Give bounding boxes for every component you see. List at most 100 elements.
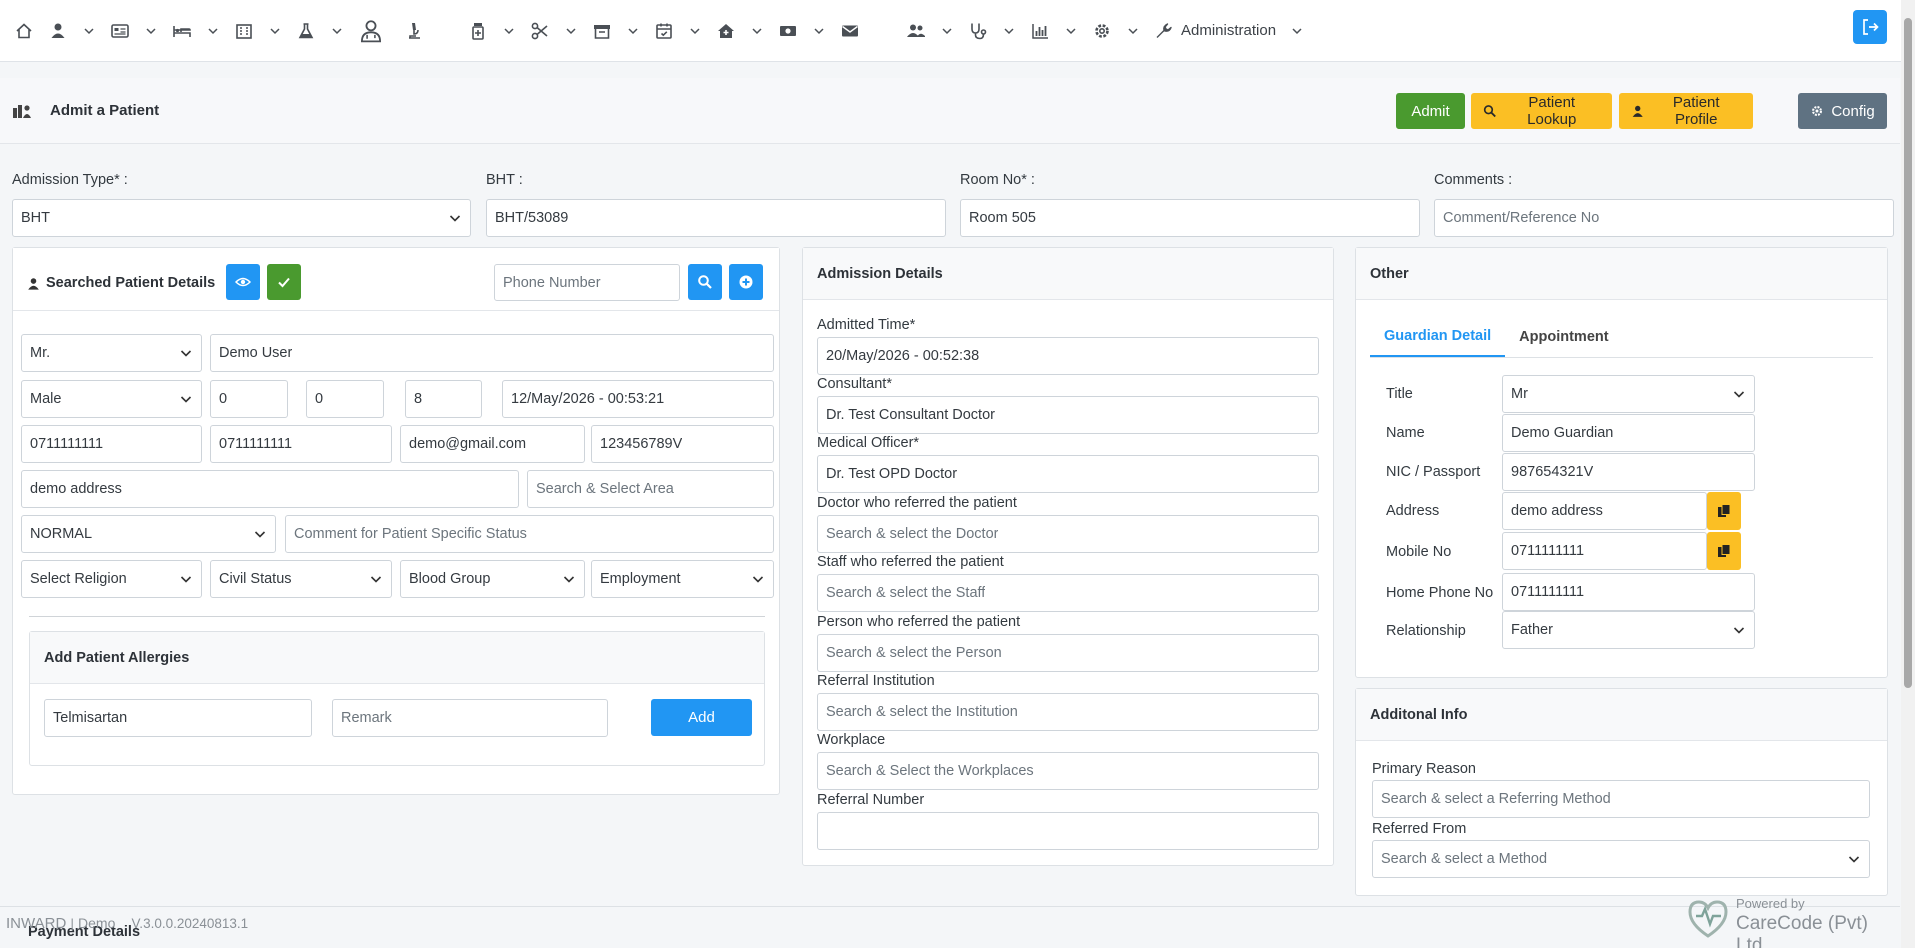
admission-type-select[interactable]: BHT xyxy=(12,199,471,237)
patient-status-select[interactable]: NORMAL xyxy=(21,515,276,553)
room-input[interactable]: Room 505 xyxy=(960,199,1420,237)
phone2-input[interactable]: 0711111111 xyxy=(210,425,392,463)
nav-home[interactable] xyxy=(14,0,34,62)
logout-button[interactable] xyxy=(1853,10,1887,44)
ref-staff-label: Staff who referred the patient xyxy=(817,554,1004,570)
ref-person-input[interactable]: Search & select the Person xyxy=(817,634,1319,672)
employment-select[interactable]: Employment xyxy=(591,560,774,598)
scrollbar-thumb[interactable] xyxy=(1904,18,1912,688)
room-value: Room 505 xyxy=(969,210,1036,226)
guardian-address-input[interactable]: demo address xyxy=(1502,492,1707,530)
religion-select[interactable]: Select Religion xyxy=(21,560,202,598)
ref-doctor-input[interactable]: Search & select the Doctor xyxy=(817,515,1319,553)
dob-input[interactable]: 12/May/2026 - 00:53:21 xyxy=(502,380,774,418)
allergy-remark-placeholder: Remark xyxy=(341,710,392,726)
admit-button[interactable]: Admit xyxy=(1396,93,1465,129)
status-comment-input[interactable]: Comment for Patient Specific Status xyxy=(285,515,774,553)
nav-mail[interactable] xyxy=(840,0,860,62)
nav-clinical-menu[interactable] xyxy=(968,0,1016,62)
section-divider xyxy=(29,616,765,617)
relationship-select[interactable]: Father xyxy=(1502,611,1755,649)
nav-id-card-menu[interactable] xyxy=(110,0,158,62)
nav-patient-menu[interactable] xyxy=(48,0,96,62)
gender-select[interactable]: Male xyxy=(21,380,202,418)
tab-guardian-detail[interactable]: Guardian Detail xyxy=(1370,316,1506,357)
ref-doctor-placeholder: Search & select the Doctor xyxy=(826,526,999,542)
nav-pharmacy-menu[interactable] xyxy=(468,0,516,62)
ref-number-input[interactable] xyxy=(817,812,1319,850)
patient-profile-button[interactable]: Patient Profile xyxy=(1619,93,1753,129)
tab-appointment[interactable]: Appointment xyxy=(1505,316,1622,357)
other-panel-title: Other xyxy=(1370,265,1409,282)
ref-institution-input[interactable]: Search & select the Institution xyxy=(817,693,1319,731)
allergy-input[interactable]: Telmisartan xyxy=(44,699,312,737)
comments-input[interactable]: Comment/Reference No xyxy=(1434,199,1894,237)
nav-building-menu[interactable] xyxy=(234,0,282,62)
consultant-input[interactable]: Dr. Test Consultant Doctor xyxy=(817,396,1319,434)
confirm-patient-button[interactable] xyxy=(267,264,301,300)
nav-lab-menu[interactable] xyxy=(296,0,344,62)
phone1-input[interactable]: 0711111111 xyxy=(21,425,202,463)
admission-type-value: BHT xyxy=(21,210,50,226)
patient-title-select[interactable]: Mr. xyxy=(21,334,202,372)
chevron-down-icon xyxy=(84,27,94,34)
view-patient-button[interactable] xyxy=(226,264,260,300)
guardian-mobile-value: 0711111111 xyxy=(1511,543,1585,559)
guardian-name-value: Demo Guardian xyxy=(1511,425,1614,441)
chevron-down-icon xyxy=(690,27,700,34)
guardian-name-input[interactable]: Demo Guardian xyxy=(1502,414,1755,452)
nav-settings-menu[interactable] xyxy=(1092,0,1140,62)
add-patient-button[interactable] xyxy=(729,264,763,300)
chevron-down-icon xyxy=(752,27,762,34)
admission-panel-title: Admission Details xyxy=(817,265,943,282)
guardian-nic-input[interactable]: 987654321V xyxy=(1502,453,1755,491)
age-months-input[interactable]: 0 xyxy=(306,380,384,418)
copy-address-button[interactable] xyxy=(1707,492,1741,530)
email-input[interactable]: demo@gmail.com xyxy=(400,425,585,463)
nav-microscope[interactable] xyxy=(404,0,424,62)
bht-input[interactable]: BHT/53089 xyxy=(486,199,946,237)
phone-search-placeholder: Phone Number xyxy=(503,274,601,291)
address-input[interactable]: demo address xyxy=(21,470,519,508)
workplace-input[interactable]: Search & Select the Workplaces xyxy=(817,752,1319,790)
patient-name-input[interactable]: Demo User xyxy=(210,334,774,372)
nav-appointment-menu[interactable] xyxy=(654,0,702,62)
phone-search-input[interactable]: Phone Number xyxy=(494,264,680,301)
age-days-input[interactable]: 8 xyxy=(405,380,482,418)
patient-lookup-button[interactable]: Patient Lookup xyxy=(1471,93,1612,129)
age-days-value: 8 xyxy=(414,391,423,407)
nav-payment-menu[interactable] xyxy=(778,0,826,62)
nav-staff-menu[interactable] xyxy=(906,0,954,62)
guardian-address-label: Address xyxy=(1386,503,1440,519)
guardian-home-phone-input[interactable]: 0711111111 xyxy=(1502,573,1755,611)
age-years-input[interactable]: 0 xyxy=(210,380,288,418)
referred-from-select[interactable]: Search & select a Method xyxy=(1372,840,1870,878)
age-months-value: 0 xyxy=(315,391,324,407)
nav-store-menu[interactable] xyxy=(592,0,640,62)
nic-input[interactable]: 123456789V xyxy=(591,425,774,463)
nav-theatre-menu[interactable] xyxy=(530,0,578,62)
guardian-title-select[interactable]: Mr xyxy=(1502,375,1755,413)
copy-mobile-button[interactable] xyxy=(1707,532,1741,570)
nav-reports-menu[interactable] xyxy=(1030,0,1078,62)
guardian-mobile-input[interactable]: 0711111111 xyxy=(1502,532,1707,570)
nav-doctor[interactable] xyxy=(358,0,384,62)
search-patient-button[interactable] xyxy=(688,264,722,300)
admitted-time-input[interactable]: 20/May/2026 - 00:52:38 xyxy=(817,337,1319,375)
config-button[interactable]: Config xyxy=(1798,93,1887,129)
page-scrollbar[interactable] xyxy=(1901,0,1915,948)
ref-staff-input[interactable]: Search & select the Staff xyxy=(817,574,1319,612)
nav-bed-menu[interactable] xyxy=(172,0,220,62)
primary-reason-input[interactable]: Search & select a Referring Method xyxy=(1372,780,1870,818)
add-allergy-button[interactable]: Add xyxy=(651,699,752,736)
ref-person-label: Person who referred the patient xyxy=(817,614,1021,630)
area-input[interactable]: Search & Select Area xyxy=(527,470,774,508)
allergy-remark-input[interactable]: Remark xyxy=(332,699,608,737)
ref-institution-label: Referral Institution xyxy=(817,673,935,689)
nav-administration-menu[interactable]: Administration xyxy=(1154,0,1304,62)
powered-by-label: Powered by xyxy=(1736,896,1805,911)
blood-group-select[interactable]: Blood Group xyxy=(400,560,585,598)
nav-home-visit-menu[interactable] xyxy=(716,0,764,62)
civil-status-select[interactable]: Civil Status xyxy=(210,560,392,598)
medical-officer-input[interactable]: Dr. Test OPD Doctor xyxy=(817,455,1319,493)
